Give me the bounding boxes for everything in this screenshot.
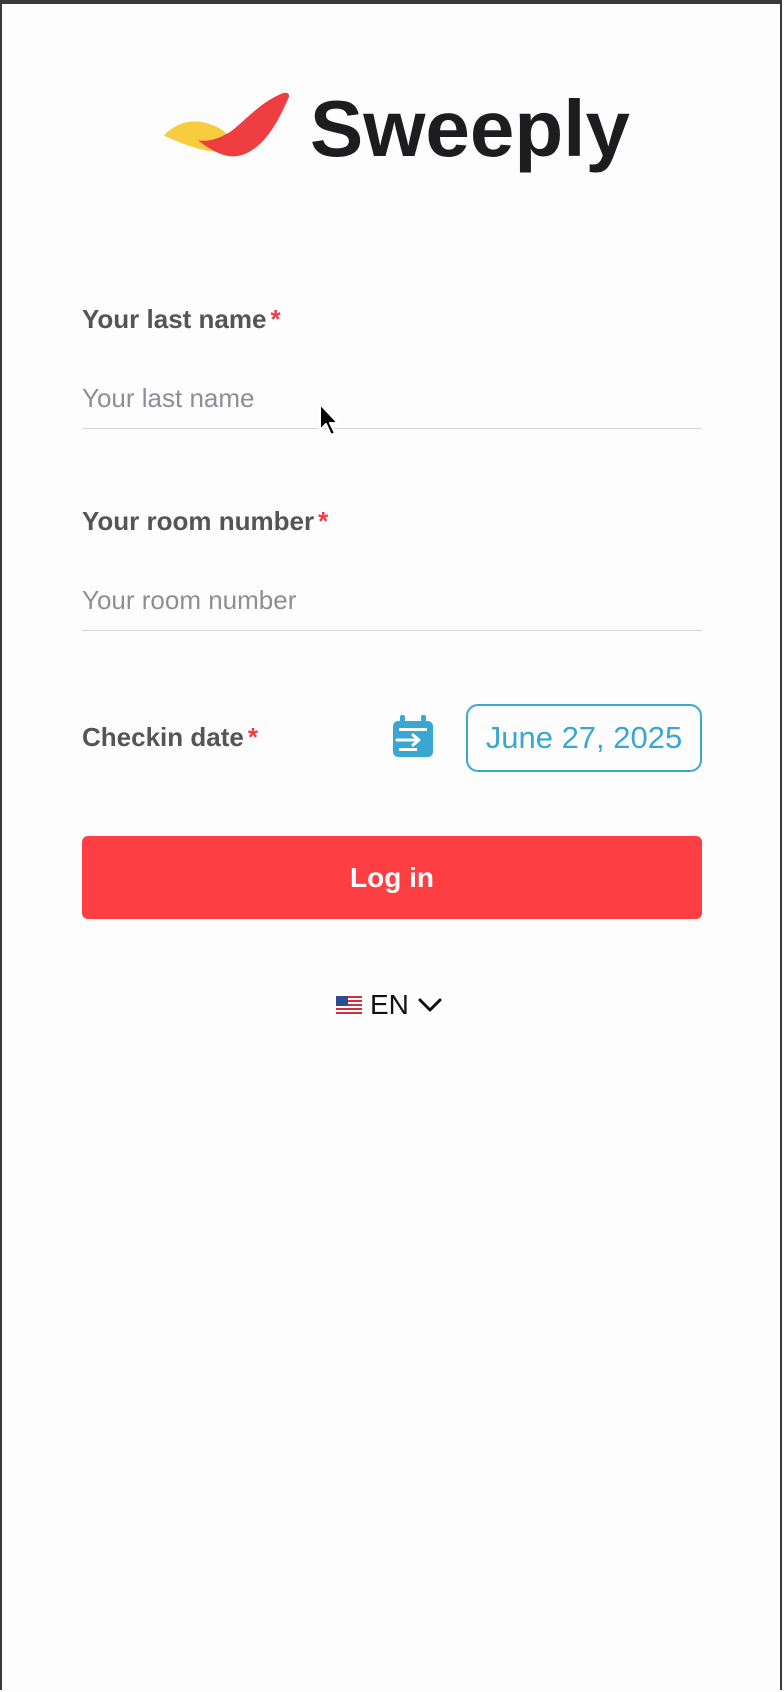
last-name-label-text: Your last name xyxy=(82,304,267,334)
mouse-cursor-icon xyxy=(319,403,339,436)
chevron-down-icon xyxy=(418,998,442,1012)
language-selector[interactable]: EN xyxy=(336,985,443,1025)
room-number-input[interactable] xyxy=(82,570,702,631)
sweeply-bird-icon xyxy=(163,92,290,157)
required-mark: * xyxy=(247,722,258,752)
required-mark: * xyxy=(318,506,329,536)
required-mark: * xyxy=(270,304,281,334)
checkin-date-label: Checkin date * xyxy=(82,722,258,753)
checkin-date-label-text: Checkin date xyxy=(82,722,244,752)
brand-name: Sweeply xyxy=(309,84,630,173)
brand-logo: Sweeply xyxy=(160,82,630,174)
login-button[interactable]: Log in xyxy=(82,836,702,919)
room-number-label: Your room number * xyxy=(82,506,328,537)
last-name-label: Your last name * xyxy=(82,304,281,335)
checkin-date-picker[interactable]: June 27, 2025 xyxy=(466,704,702,772)
room-number-label-text: Your room number xyxy=(82,506,315,536)
last-name-input[interactable] xyxy=(82,368,702,429)
us-flag-icon xyxy=(336,996,362,1014)
calendar-checkin-icon xyxy=(393,715,433,757)
language-code: EN xyxy=(370,989,409,1020)
